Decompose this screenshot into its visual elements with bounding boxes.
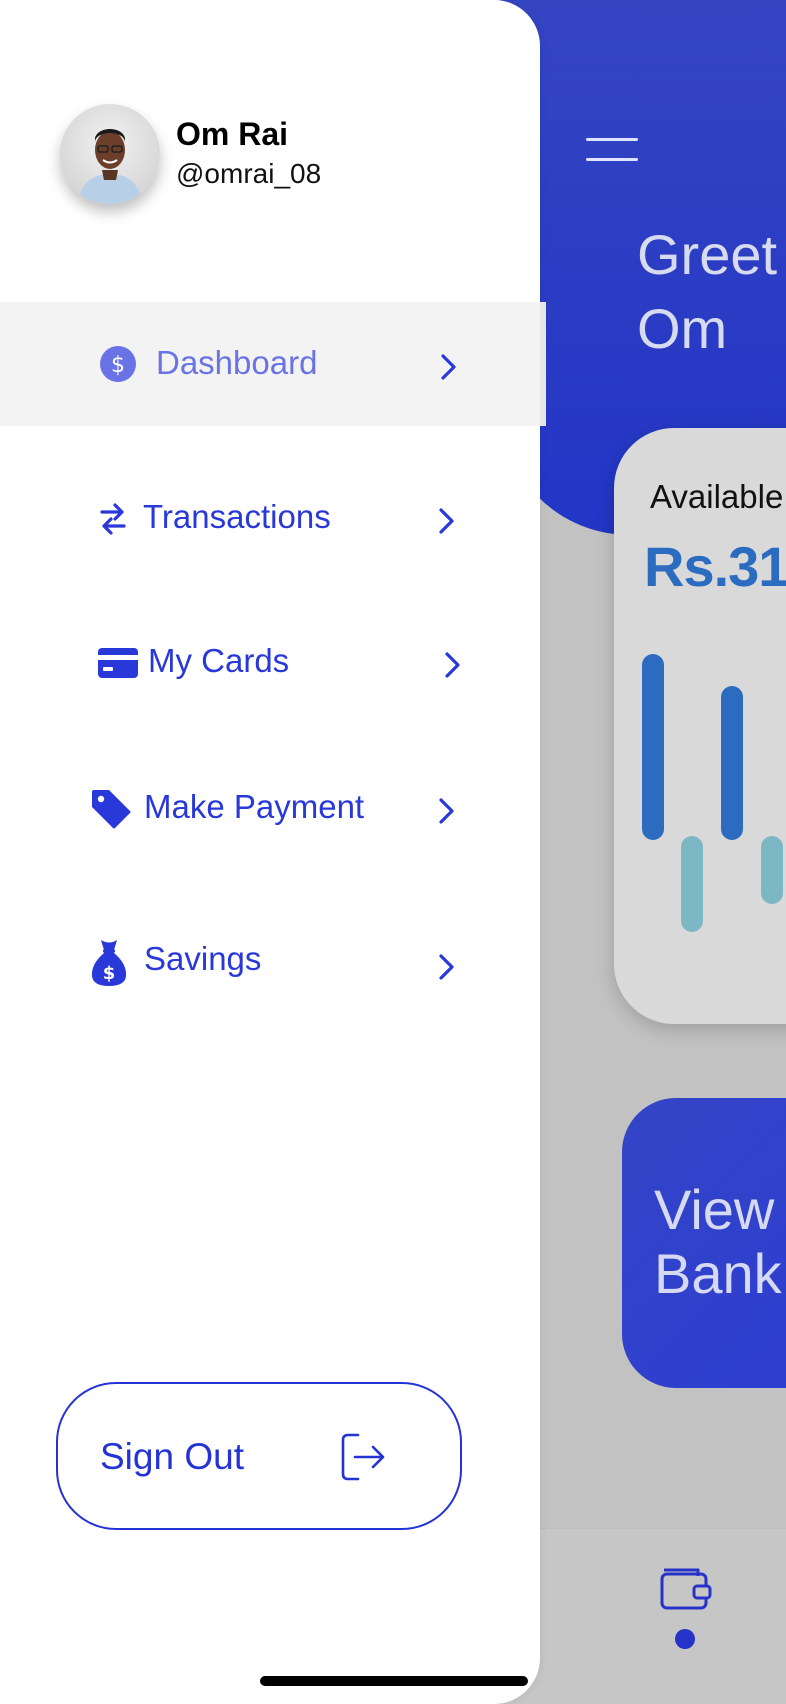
hamburger-menu-icon[interactable]	[586, 136, 638, 164]
svg-text:$: $	[111, 353, 125, 378]
menu-label: My Cards	[148, 642, 290, 679]
view-bank-text: View Bank	[654, 1178, 782, 1305]
navigation-drawer: Om Rai @omrai_08 $ Dashboard Transaction…	[0, 0, 546, 1704]
chevron-right-icon	[445, 652, 460, 678]
menu-label: Make Payment	[144, 788, 365, 825]
wallet-icon[interactable]	[658, 1562, 714, 1612]
price-tag-icon	[92, 790, 131, 829]
profile-handle: @omrai_08	[176, 158, 322, 189]
money-bag-icon: $	[91, 940, 127, 986]
menu-label: Savings	[144, 940, 262, 977]
menu-label: Dashboard	[156, 344, 318, 381]
chevron-right-icon	[441, 354, 456, 380]
person-photo-icon	[78, 129, 142, 204]
spending-bar	[761, 836, 783, 904]
swap-arrows-icon	[100, 503, 126, 535]
menu-item-dashboard[interactable]: $ Dashboard	[0, 302, 546, 426]
profile-name: Om Rai	[176, 116, 289, 152]
home-indicator	[260, 1676, 528, 1686]
greeting-text: Greet Om	[637, 223, 778, 360]
menu-label: Transactions	[143, 498, 331, 535]
spending-bar	[642, 654, 664, 840]
menu-item-savings[interactable]: $ Savings	[0, 900, 540, 1024]
dollar-coin-icon: $	[100, 346, 136, 382]
chevron-right-icon	[439, 508, 454, 534]
svg-text:$: $	[103, 963, 116, 984]
spending-bar	[681, 836, 703, 932]
sign-out-label: Sign Out	[100, 1436, 244, 1477]
spending-bar	[721, 686, 743, 840]
balance-value: Rs.31	[644, 535, 786, 598]
menu-item-transactions[interactable]: Transactions	[0, 456, 540, 580]
sign-out-icon	[341, 1433, 385, 1481]
avatar[interactable]	[60, 104, 160, 204]
balance-label: Available	[650, 478, 784, 515]
active-tab-indicator	[675, 1629, 695, 1649]
bottom-tab-bar	[500, 1528, 786, 1704]
balance-card[interactable]	[614, 428, 786, 1024]
chevron-right-icon	[439, 798, 454, 824]
chevron-right-icon	[439, 954, 454, 980]
credit-card-icon	[98, 648, 138, 678]
menu-item-make-payment[interactable]: Make Payment	[0, 746, 540, 870]
menu-item-my-cards[interactable]: My Cards	[0, 600, 540, 724]
